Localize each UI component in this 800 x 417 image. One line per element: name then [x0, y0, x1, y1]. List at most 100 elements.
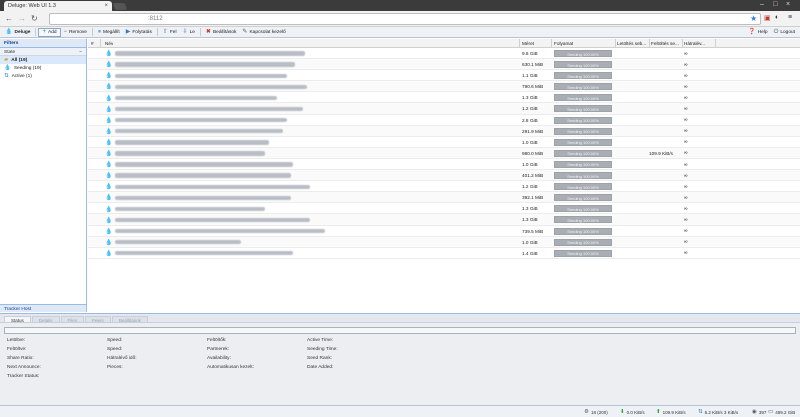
remove-label: Remove — [69, 29, 87, 35]
table-row[interactable]: 💧Spider-Man Homecoming 2017 720p BluRay … — [88, 226, 800, 237]
status-field-label: Seeding Time: — [307, 347, 338, 352]
seeding-icon: 💧 — [105, 195, 113, 202]
new-tab-button[interactable] — [112, 3, 128, 10]
forward-icon[interactable]: → — [18, 14, 26, 23]
col-eta[interactable]: Hátralév... — [684, 41, 714, 46]
progress-label: Seeding 100.00% — [567, 129, 599, 135]
table-row[interactable]: 💧Vasember 2008 720p BluRay x264 hun 1.3 G… — [88, 203, 800, 215]
table-row[interactable]: 💧Game of Thrones S07E02 720p WEB x264 hu… — [88, 125, 800, 137]
connection-manager-button[interactable]: ✎ Kapcsolat kezelő — [239, 28, 288, 37]
table-row[interactable]: 💧The Unbreakable 2017 BluRay 720p hun en… — [88, 181, 800, 193]
col-size[interactable]: Méret — [522, 41, 534, 46]
eta: ∞ — [684, 117, 688, 124]
preferences-button[interactable]: ✖ Beállítások — [203, 28, 240, 37]
progress-label: Seeding 100.00% — [567, 251, 599, 257]
collapse-icon[interactable]: − — [79, 50, 82, 55]
logout-button[interactable]: ⏻ Logout — [771, 28, 798, 37]
col-separator — [649, 39, 650, 48]
eta: ∞ — [684, 72, 688, 79]
tab-details[interactable]: Details — [31, 316, 60, 323]
extension-icon[interactable]: ▣ — [764, 14, 771, 22]
browser-toolbar: ← → ↻ :8112 ★ ▣ ◐ ≡ — [0, 11, 800, 27]
logout-label: Logout — [780, 29, 795, 35]
protocol-traffic-value: 5.2 KiB/s 3 KiB/s — [704, 409, 739, 415]
torrent-progress-bar: Seeding 100.00% — [554, 94, 612, 102]
torrent-size: 1.1 GiB — [522, 73, 538, 79]
torrent-name: Game of Thrones S07E02 720p WEB x264 hun — [115, 129, 283, 134]
table-row[interactable]: 💧Game of Thrones S07E01 720p WEB x264 hu… — [88, 59, 800, 71]
plug-icon: ✎ — [242, 29, 248, 35]
tab-status[interactable]: Status — [4, 316, 31, 323]
resume-button[interactable]: ▶ Folytatás — [123, 28, 155, 37]
eta: ∞ — [684, 161, 688, 168]
grid-header: # Név Méret Folyamat Letöltés seb... Fel… — [88, 39, 800, 48]
active-icon: ⇅ — [4, 73, 9, 79]
back-icon[interactable]: ← — [5, 14, 13, 23]
col-download-speed[interactable]: Letöltés seb... — [617, 41, 649, 46]
tab-files[interactable]: Files — [60, 316, 85, 323]
table-row[interactable]: 💧The Fate of The Furious 2017 720p Hunga… — [88, 48, 800, 60]
table-row[interactable]: 💧Agymenők S10E01 720p WEB x264 hun 401.2 … — [88, 170, 800, 182]
close-tab-icon[interactable]: × — [104, 3, 108, 9]
col-progress[interactable]: Folyamat — [554, 41, 573, 46]
table-row[interactable]: 💧John Wick Chapter 2 2017 BluRay 1080p h… — [88, 248, 800, 259]
torrent-size: 9.8 GiB — [522, 51, 538, 56]
browser-tab[interactable]: Deluge: Web UI 1.3 × — [4, 1, 112, 11]
protocol-traffic-status[interactable]: ⇅ 5.2 KiB/s 3 KiB/s — [698, 409, 738, 415]
minimize-icon[interactable]: – — [760, 1, 764, 8]
table-row[interactable]: 💧Game of Thrones S07E04 720p WEB x264 hu… — [88, 159, 800, 171]
pause-button[interactable]: ⏸ Megállít — [95, 28, 123, 37]
table-row[interactable]: 💧Going in Style 2017 720p BluRay x264 hu… — [88, 103, 800, 115]
upload-speed-status[interactable]: ⬆ 109.9 KiB/s — [656, 409, 686, 415]
preferences-icon: ✖ — [205, 29, 211, 35]
status-field-label: Tracker Status: — [7, 374, 40, 379]
bookmark-star-icon[interactable]: ★ — [750, 14, 757, 23]
table-row[interactable]: 💧King Arthur Legend of the Sword 2017 72… — [88, 214, 800, 226]
eta: ∞ — [684, 239, 688, 246]
reload-icon[interactable]: ↻ — [31, 14, 38, 23]
torrent-name: Agymenők S10E02 720p WEB x264 hun — [115, 195, 291, 200]
filter-seeding[interactable]: 💧 Seeding (19) — [0, 64, 86, 72]
remove-button[interactable]: − Remove — [61, 28, 90, 37]
table-row[interactable]: 💧Life 2017 720p BluRay x264 hun 1.0 GiB Se… — [88, 236, 800, 248]
torrent-progress-bar: Seeding 100.00% — [554, 172, 612, 180]
queue-down-button[interactable]: ⇩ Le — [180, 28, 198, 37]
torrent-size: 1.3 GiB — [522, 206, 538, 212]
table-row[interactable]: 💧Agymenők S10E02 720p WEB x264 hun 392.1 … — [88, 192, 800, 204]
download-speed-status[interactable]: ⬇ 0.0 KiB/s — [620, 409, 645, 415]
address-bar[interactable]: :8112 — [49, 13, 761, 25]
connections-icon: ⚙ — [584, 409, 589, 415]
table-row[interactable]: 💧Game of Thrones S07E03 720p WEB x264 hu… — [88, 147, 800, 159]
queue-up-button[interactable]: ⇧ Fel — [160, 28, 180, 37]
menu-icon[interactable]: ≡ — [788, 14, 792, 21]
tab-peers[interactable]: Peers — [85, 316, 111, 323]
col-num[interactable]: # — [91, 41, 94, 46]
table-row[interactable]: 💧The Boss Baby 2017 hun 720p WEB x264 1.0… — [88, 137, 800, 148]
table-row[interactable]: 💧Rick and Morty S03E01 720p WEB x264 hun… — [88, 70, 800, 82]
state-section-header[interactable]: State − — [0, 48, 86, 56]
eta: ∞ — [684, 183, 688, 190]
add-button[interactable]: + Add — [38, 27, 61, 37]
status-field-label: Partnerek: — [207, 347, 230, 352]
extension-icon-2[interactable]: ◐ — [775, 14, 779, 21]
filter-active[interactable]: ⇅ Active (1) — [0, 72, 86, 80]
dht-status[interactable]: ◉ 397 — [752, 409, 766, 415]
filter-all[interactable]: ▰ All (19) — [0, 56, 86, 64]
table-row[interactable]: 💧A Mi Kalandunk 2017 BluRay 1080p DTS HU… — [88, 81, 800, 93]
arrow-up-icon: ⇧ — [162, 29, 168, 35]
col-separator — [519, 39, 520, 48]
connections-status[interactable]: ⚙ 18 (200) — [584, 409, 608, 415]
details-panel: Status Details Files Peers Beállítások L… — [0, 313, 800, 405]
col-name[interactable]: Név — [105, 41, 113, 46]
col-upload-speed[interactable]: Feltöltés se... — [651, 41, 682, 46]
torrent-size: 2.8 GiB — [522, 117, 538, 123]
eta: ∞ — [684, 250, 688, 257]
help-button[interactable]: ❓ Help — [745, 28, 770, 37]
maximize-icon[interactable]: □ — [773, 1, 777, 8]
close-window-icon[interactable]: × — [786, 1, 790, 8]
table-row[interactable]: 💧Leszámolás 2016 1080p BluRay x264 hun 2.… — [88, 115, 800, 126]
table-row[interactable]: 💧Baby Driver 2017 720p BluRay x264 hun 1.… — [88, 92, 800, 104]
free-space-status[interactable]: ▭ 499.2 GiB — [768, 409, 795, 415]
tracker-host-section[interactable]: Tracker Host — [0, 304, 86, 312]
tab-options[interactable]: Beállítások — [111, 316, 148, 323]
